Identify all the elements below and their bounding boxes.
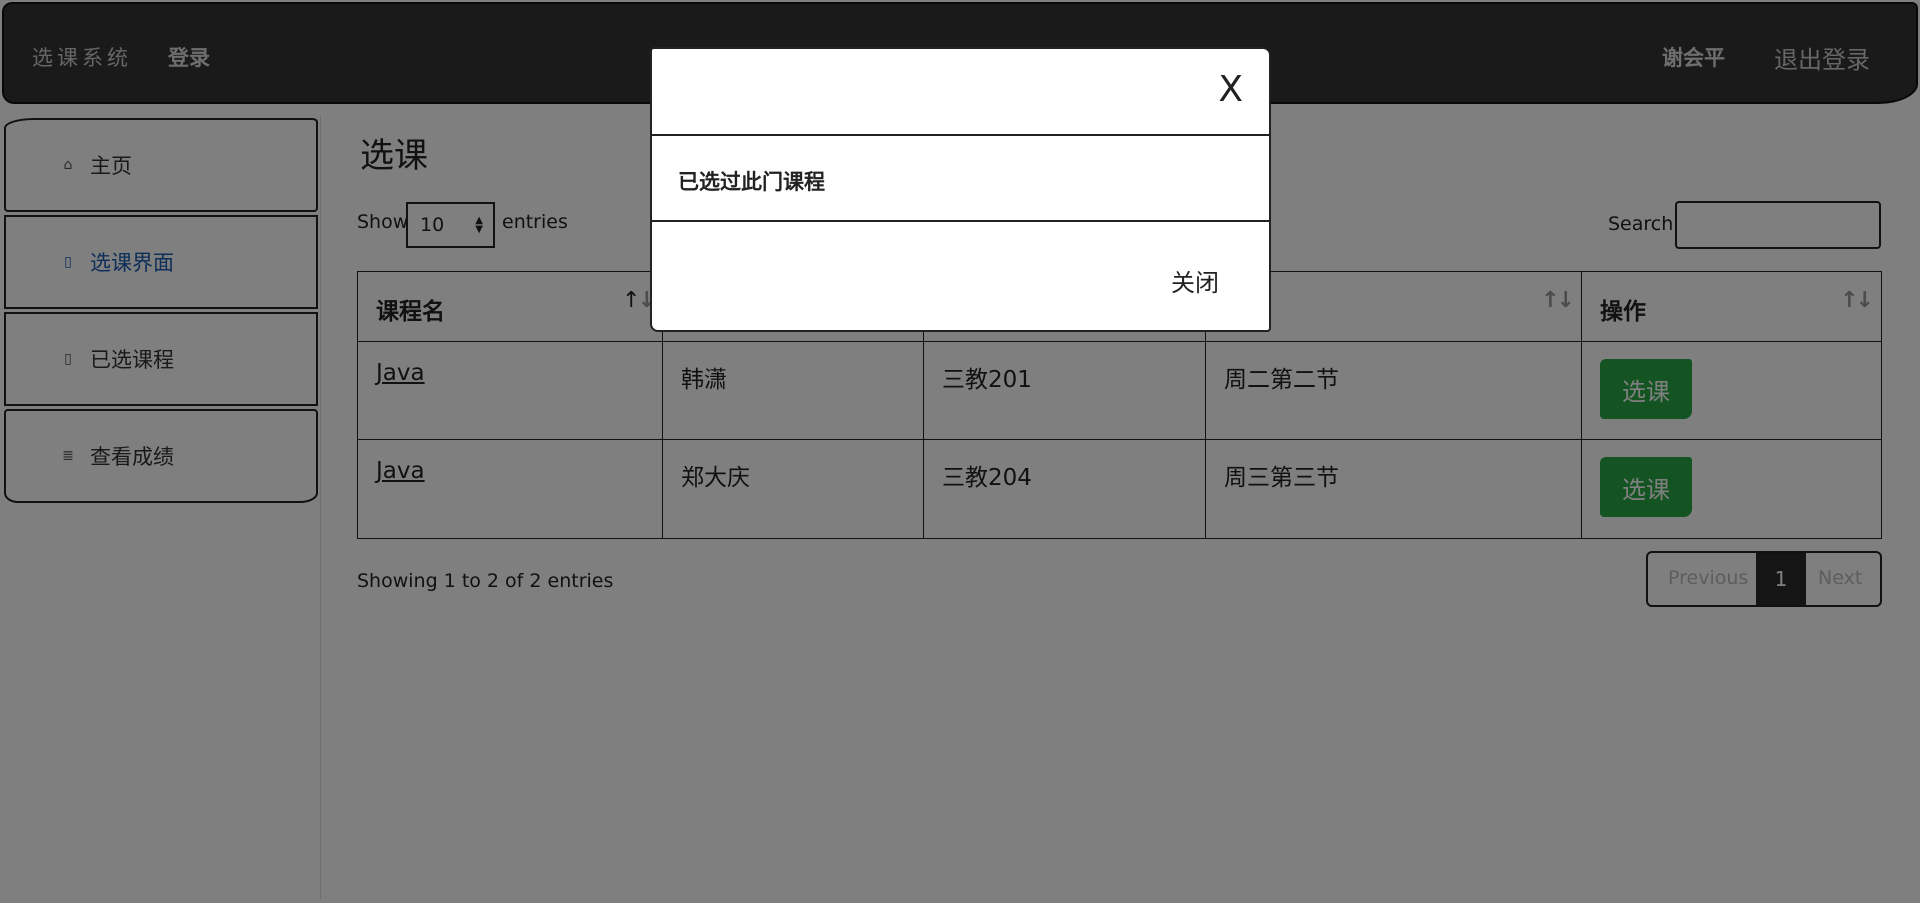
modal-message: 已选过此门课程: [678, 170, 825, 194]
modal-footer: 关闭: [652, 222, 1269, 330]
modal-header: X: [652, 49, 1269, 136]
alert-modal: X 已选过此门课程 关闭: [650, 47, 1271, 332]
modal-body: 已选过此门课程: [652, 136, 1269, 222]
modal-close-button[interactable]: 关闭: [1165, 262, 1225, 299]
close-icon[interactable]: X: [1218, 69, 1243, 110]
